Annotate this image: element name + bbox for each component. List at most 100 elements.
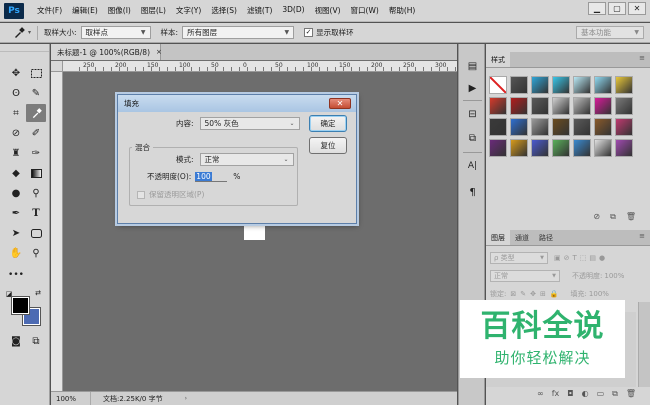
content-select[interactable]: 50% 灰色 ⌄	[199, 117, 300, 130]
pen-tool-icon[interactable]: ✒	[6, 204, 26, 222]
style-swatch[interactable]	[489, 118, 507, 136]
opacity-input[interactable]: 100	[195, 171, 228, 182]
style-swatch[interactable]	[573, 118, 591, 136]
layer-opacity-value[interactable]: 100%	[604, 272, 624, 280]
style-swatch[interactable]	[489, 97, 507, 115]
panel-menu-icon[interactable]: ≡	[639, 54, 645, 62]
layer-kind-select[interactable]: ρ 类型 ▼	[490, 251, 548, 264]
dialog-close-button[interactable]: ✕	[329, 98, 351, 109]
ruler-origin[interactable]	[51, 61, 63, 72]
zoom-tool-icon[interactable]: ⚲	[26, 244, 46, 262]
horizontal-ruler[interactable]: 25020015010050050100150200250300350	[63, 61, 488, 72]
style-swatch[interactable]	[531, 97, 549, 115]
dialog-titlebar[interactable]: 填充 ✕	[118, 95, 356, 112]
workspace-select[interactable]: 基本功能 ▼	[576, 26, 644, 39]
character-panel-icon[interactable]: A|	[464, 158, 481, 174]
menu-item[interactable]: 选择(S)	[206, 5, 242, 16]
menu-item[interactable]: 窗口(W)	[346, 5, 384, 16]
chevron-right-icon[interactable]: ›	[185, 395, 187, 402]
layers-scrollbar[interactable]	[638, 302, 650, 387]
history-panel-icon[interactable]: ▤	[464, 58, 481, 74]
eraser-tool-icon[interactable]: ◆	[6, 164, 26, 182]
layer-mask-icon[interactable]: ◘	[567, 389, 573, 398]
move-tool-icon[interactable]: ✥	[6, 64, 26, 82]
fill-value[interactable]: 100%	[589, 290, 609, 298]
style-swatch[interactable]	[615, 97, 633, 115]
eyedropper-tool-icon[interactable]	[26, 104, 46, 122]
style-swatch[interactable]	[531, 76, 549, 94]
style-swatch[interactable]	[510, 97, 528, 115]
document-canvas[interactable]	[244, 225, 265, 240]
menu-item[interactable]: 图像(I)	[103, 5, 136, 16]
eyedropper-preset-icon[interactable]	[12, 26, 26, 40]
screen-mode-icon[interactable]: ⧉	[26, 332, 46, 350]
reset-button[interactable]: 复位	[309, 137, 347, 154]
style-swatch[interactable]	[552, 118, 570, 136]
delete-layer-icon[interactable]: 🗑	[626, 389, 636, 398]
style-swatch[interactable]	[615, 118, 633, 136]
history-brush-tool-icon[interactable]: ✑	[26, 144, 46, 162]
style-swatch[interactable]	[531, 118, 549, 136]
style-swatch[interactable]	[573, 139, 591, 157]
style-swatch[interactable]	[489, 76, 507, 94]
menu-item[interactable]: 帮助(H)	[384, 5, 421, 16]
brush-tool-icon[interactable]: ✐	[26, 124, 46, 142]
new-style-icon[interactable]: ⧉	[610, 212, 616, 222]
style-swatch[interactable]	[510, 139, 528, 157]
quick-select-tool-icon[interactable]: ✎	[26, 84, 46, 102]
style-swatch[interactable]	[594, 97, 612, 115]
document-tab[interactable]: 未标题-1 @ 100%(RGB/8) ×	[51, 44, 162, 60]
style-swatch[interactable]	[573, 76, 591, 94]
style-swatch[interactable]	[552, 97, 570, 115]
style-swatch[interactable]	[615, 76, 633, 94]
preset-dropdown-icon[interactable]: ▾	[28, 29, 31, 36]
sample-select[interactable]: 所有图层 ▼	[182, 26, 295, 39]
layer-blend-select[interactable]: 正常 ▼	[490, 269, 560, 282]
zoom-level[interactable]: 100%	[51, 392, 91, 405]
show-ring-checkbox[interactable]: ✓	[304, 28, 314, 37]
style-swatch[interactable]	[594, 118, 612, 136]
tab-channels[interactable]: 通道	[510, 230, 534, 245]
type-tool-icon[interactable]: T	[26, 204, 46, 222]
link-layers-icon[interactable]: ∞	[537, 389, 544, 398]
clone-source-panel-icon[interactable]: ⧉	[464, 130, 481, 146]
menu-item[interactable]: 编辑(E)	[67, 5, 103, 16]
style-swatch[interactable]	[615, 139, 633, 157]
mode-select[interactable]: 正常 ⌄	[199, 153, 294, 166]
blur-tool-icon[interactable]: ●	[6, 184, 26, 202]
crop-tool-icon[interactable]: ⌗	[6, 104, 26, 122]
style-swatch[interactable]	[594, 139, 612, 157]
style-swatch[interactable]	[531, 139, 549, 157]
panel-menu-icon[interactable]: ≡	[639, 232, 645, 240]
minimize-button[interactable]: ▁	[588, 2, 606, 15]
tab-layers[interactable]: 图层	[486, 230, 510, 245]
close-button[interactable]: ✕	[628, 2, 646, 15]
menu-item[interactable]: 视图(V)	[310, 5, 346, 16]
healing-brush-tool-icon[interactable]: ⊘	[6, 124, 26, 142]
style-swatch[interactable]	[510, 118, 528, 136]
actions-panel-icon[interactable]: ▶	[464, 80, 481, 96]
new-layer-icon[interactable]: ⧉	[612, 389, 618, 399]
quick-mask-icon[interactable]: ◙	[6, 332, 26, 350]
menu-item[interactable]: 图层(L)	[136, 5, 171, 16]
new-group-icon[interactable]: ▭	[597, 389, 605, 398]
gradient-tool-icon[interactable]	[26, 164, 46, 182]
more-tools-icon[interactable]: •••	[6, 266, 26, 284]
dodge-tool-icon[interactable]: ⚲	[26, 184, 46, 202]
menu-item[interactable]: 滤镜(T)	[242, 5, 277, 16]
delete-style-icon[interactable]: 🗑	[626, 212, 636, 221]
style-swatch[interactable]	[552, 76, 570, 94]
hand-tool-icon[interactable]: ✋	[6, 244, 26, 262]
tab-styles[interactable]: 样式	[486, 52, 510, 67]
path-select-tool-icon[interactable]: ➤	[6, 224, 26, 242]
style-swatch[interactable]	[573, 97, 591, 115]
clone-stamp-tool-icon[interactable]: ♜	[6, 144, 26, 162]
layer-style-icon[interactable]: fx	[552, 389, 560, 398]
preserve-transparency-checkbox[interactable]	[137, 190, 145, 199]
lasso-tool-icon[interactable]: ʘ	[6, 84, 26, 102]
style-swatch[interactable]	[552, 139, 570, 157]
style-swatch[interactable]	[510, 76, 528, 94]
menu-item[interactable]: 文件(F)	[32, 5, 67, 16]
vertical-ruler[interactable]	[51, 61, 63, 391]
menu-item[interactable]: 3D(D)	[277, 5, 309, 16]
